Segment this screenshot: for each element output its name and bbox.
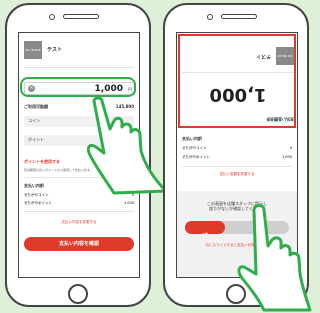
breakdown-label: せたがやポイント	[24, 201, 52, 205]
divider	[24, 211, 134, 212]
coin-label: コイン	[28, 118, 40, 123]
breakdown-row: せたがやコイン 0	[182, 146, 292, 152]
divider	[24, 67, 134, 68]
divider	[182, 166, 292, 167]
amount-highlight	[20, 77, 136, 97]
speaker-slot	[221, 14, 257, 19]
home-button[interactable]	[68, 284, 88, 304]
usage-label: ご利用可能額	[24, 104, 48, 109]
swiping-hand-icon	[237, 204, 312, 312]
speaker-slot	[63, 14, 99, 19]
camera-dot	[49, 14, 55, 20]
point-label: ポイント	[28, 137, 44, 142]
breakdown-title: 支払い内訳	[24, 183, 44, 188]
breakdown-label: せたがやコイン	[182, 146, 207, 150]
use-points-link[interactable]: ポイントを使用する	[24, 160, 60, 164]
camera-dot	[207, 14, 213, 20]
breakdown-value: 1,000	[281, 155, 292, 159]
change-payment-link[interactable]: 支払い内容を変更する	[19, 220, 139, 225]
confirm-payment-button[interactable]: 支払い内容を確認	[24, 237, 134, 251]
change-amount-link[interactable]: 支払い金額を変更する	[177, 172, 297, 177]
breakdown-row: せたがやポイント 1,000	[24, 201, 134, 207]
breakdown-label: せたがやポイント	[182, 155, 210, 159]
breakdown-row: せたがやポイント 1,000	[182, 155, 292, 161]
arrow-right-icon: →	[202, 230, 208, 238]
breakdown-title: 支払い内訳	[182, 136, 202, 141]
product-name: テスト	[47, 47, 63, 53]
breakdown-value: 1,000	[123, 201, 134, 205]
staff-view-border	[178, 34, 296, 128]
breakdown-label: せたがやコイン	[24, 193, 49, 197]
pointing-hand-icon	[86, 96, 168, 195]
breakdown-value: 0	[289, 146, 292, 150]
product-thumbnail: NO IMAGE	[24, 41, 42, 59]
